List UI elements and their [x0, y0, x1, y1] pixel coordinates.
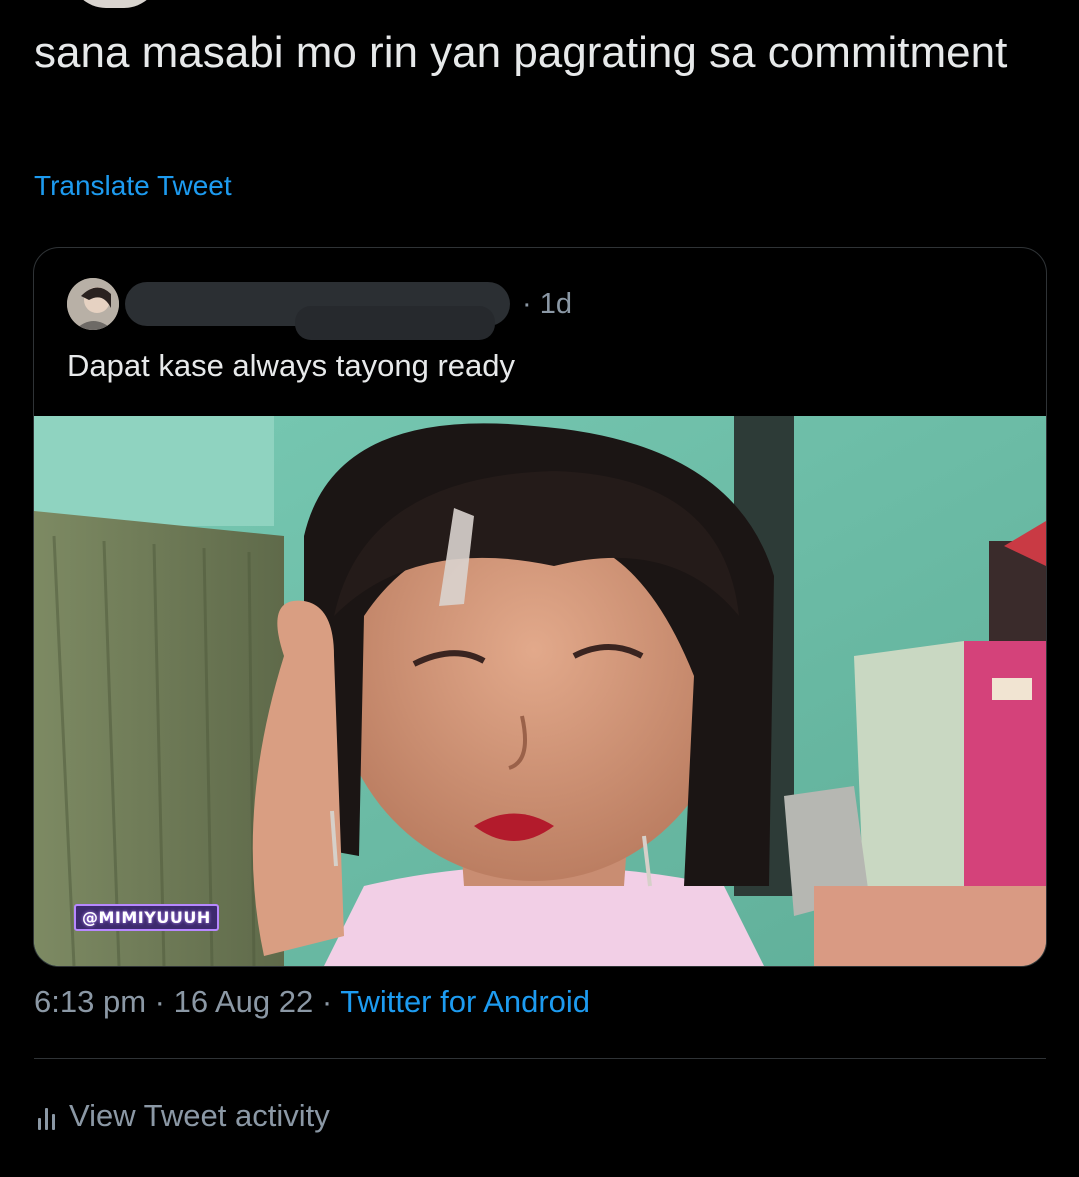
quoted-tweet-time[interactable]: · 1d	[522, 288, 572, 321]
redacted-author-name	[125, 282, 510, 340]
quoted-tweet-card[interactable]: · 1d Dapat kase always tayong ready @MIM…	[33, 247, 1047, 967]
quoted-tweet-photo[interactable]: @MIMIYUUUH	[34, 416, 1046, 966]
view-tweet-activity-button[interactable]: View Tweet activity	[38, 1098, 330, 1134]
meta-separator: ·	[313, 984, 341, 1019]
tweet-meta: 6:13 pm · 16 Aug 22 · Twitter for Androi…	[34, 984, 590, 1020]
meta-separator: ·	[146, 984, 174, 1019]
translate-tweet-link[interactable]: Translate Tweet	[34, 170, 232, 202]
view-tweet-activity-label: View Tweet activity	[69, 1098, 330, 1133]
quoted-author-avatar[interactable]	[67, 278, 119, 330]
analytics-bars-icon	[38, 1100, 55, 1132]
quoted-tweet-header: · 1d	[67, 278, 572, 340]
tweet-text: sana masabi mo rin yan pagrating sa comm…	[34, 28, 1008, 77]
author-avatar[interactable]	[70, 0, 160, 8]
tweet-time[interactable]: 6:13 pm	[34, 984, 146, 1019]
divider	[34, 1058, 1046, 1059]
watermark-label: @MIMIYUUUH	[74, 904, 219, 931]
quoted-tweet-text: Dapat kase always tayong ready	[67, 348, 516, 383]
tweet-source-link[interactable]: Twitter for Android	[340, 984, 590, 1019]
tweet-date[interactable]: 16 Aug 22	[174, 984, 314, 1019]
